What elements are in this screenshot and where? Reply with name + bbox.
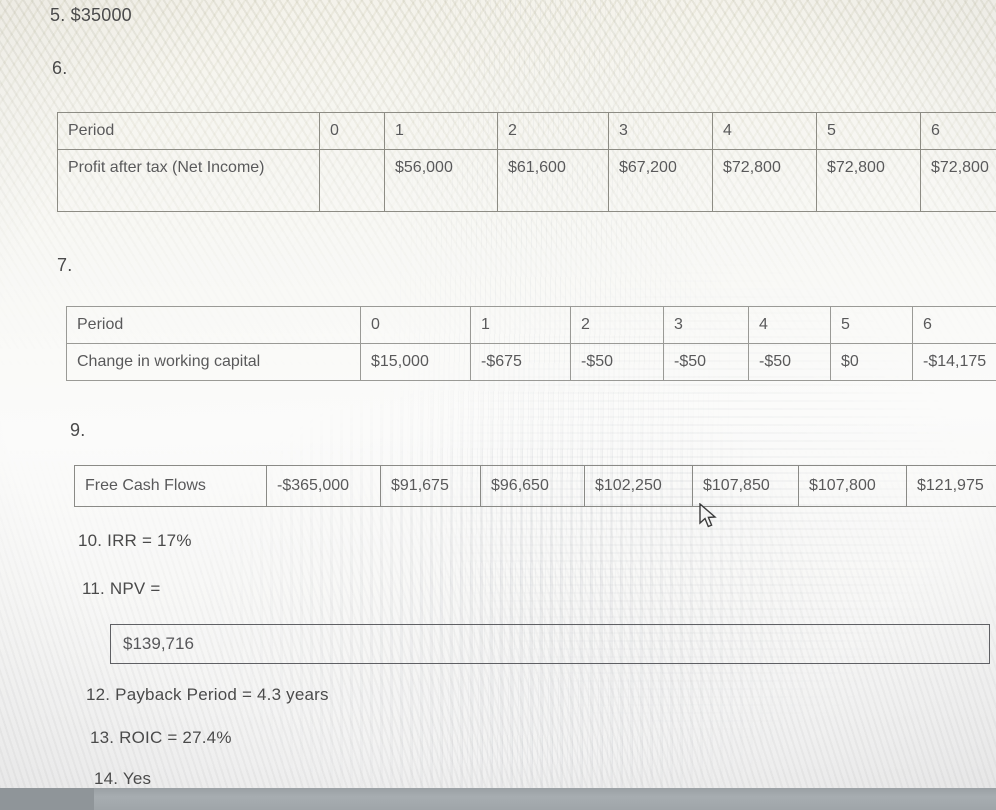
fcf-value-6: $121,975	[906, 465, 996, 507]
scanned-page: 5. $35000 6. Period 0 1 2 3 4 5 6 Profit…	[0, 0, 996, 810]
fcf-value-1: $91,675	[380, 465, 481, 507]
net-income-value-1: $56,000	[384, 149, 498, 212]
answer-line-12: 12. Payback Period = 4.3 years	[86, 685, 329, 704]
net-income-value-5: $72,800	[816, 149, 921, 212]
wc-period-1: 1	[470, 306, 571, 344]
fcf-value-2: $96,650	[480, 465, 585, 507]
net-income-value-4: $72,800	[712, 149, 817, 212]
wc-value-2: -$50	[570, 343, 664, 381]
fcf-value-4: $107,850	[692, 465, 799, 507]
npv-answer-box[interactable]: $139,716	[110, 624, 990, 664]
wc-value-4: -$50	[748, 343, 831, 381]
table-free-cash-flows: Free Cash Flows -$365,000 $91,675 $96,65…	[74, 465, 996, 507]
wc-value-3: -$50	[663, 343, 749, 381]
net-income-value-3: $67,200	[608, 149, 713, 212]
wc-period-header: Period	[66, 306, 361, 344]
fcf-value-3: $102,250	[584, 465, 693, 507]
wc-value-6: -$14,175	[912, 343, 996, 381]
answer-line-13: 13. ROIC = 27.4%	[90, 728, 232, 747]
answer-line-6: 6.	[52, 58, 68, 78]
worksheet-content: 5. $35000 6. Period 0 1 2 3 4 5 6 Profit…	[0, 0, 996, 810]
answer-line-5: 5. $35000	[50, 5, 132, 25]
net-income-value-0	[319, 149, 385, 212]
table-row: Period 0 1 2 3 4 5 6	[57, 112, 996, 150]
device-bottom-bar	[0, 788, 996, 810]
net-income-period-5: 5	[816, 112, 921, 150]
wc-row-label: Change in working capital	[66, 343, 361, 381]
arrow-pointer-icon	[699, 502, 719, 531]
wc-value-0: $15,000	[360, 343, 471, 381]
answer-line-9: 9.	[70, 420, 86, 440]
table-working-capital: Period 0 1 2 3 4 5 6 Change in working c…	[66, 306, 996, 381]
answer-line-11: 11. NPV =	[82, 579, 161, 598]
npv-answer-value: $139,716	[123, 634, 194, 653]
wc-value-1: -$675	[470, 343, 571, 381]
net-income-row-label: Profit after tax (Net Income)	[57, 149, 320, 212]
answer-line-14: 14. Yes	[94, 769, 152, 788]
net-income-period-6: 6	[920, 112, 996, 150]
answer-line-7: 7.	[57, 255, 73, 275]
net-income-value-6: $72,800	[920, 149, 996, 212]
fcf-row-label: Free Cash Flows	[74, 465, 267, 507]
wc-period-0: 0	[360, 306, 471, 344]
wc-period-5: 5	[830, 306, 913, 344]
net-income-period-header: Period	[57, 112, 320, 150]
table-net-income: Period 0 1 2 3 4 5 6 Profit after tax (N…	[57, 112, 996, 212]
net-income-value-2: $61,600	[497, 149, 609, 212]
wc-period-6: 6	[912, 306, 996, 344]
net-income-period-1: 1	[384, 112, 498, 150]
table-row: Free Cash Flows -$365,000 $91,675 $96,65…	[74, 465, 996, 507]
net-income-period-2: 2	[497, 112, 609, 150]
net-income-period-4: 4	[712, 112, 817, 150]
fcf-value-0: -$365,000	[266, 465, 381, 507]
wc-value-5: $0	[830, 343, 913, 381]
device-bottom-bar-left	[0, 788, 94, 810]
wc-period-2: 2	[570, 306, 664, 344]
wc-period-4: 4	[748, 306, 831, 344]
net-income-period-3: 3	[608, 112, 713, 150]
fcf-value-5: $107,800	[798, 465, 907, 507]
answer-line-10: 10. IRR = 17%	[78, 531, 192, 550]
table-row: Profit after tax (Net Income) $56,000 $6…	[57, 149, 996, 212]
wc-period-3: 3	[663, 306, 749, 344]
net-income-period-0: 0	[319, 112, 385, 150]
table-row: Period 0 1 2 3 4 5 6	[66, 306, 996, 344]
table-row: Change in working capital $15,000 -$675 …	[66, 343, 996, 381]
